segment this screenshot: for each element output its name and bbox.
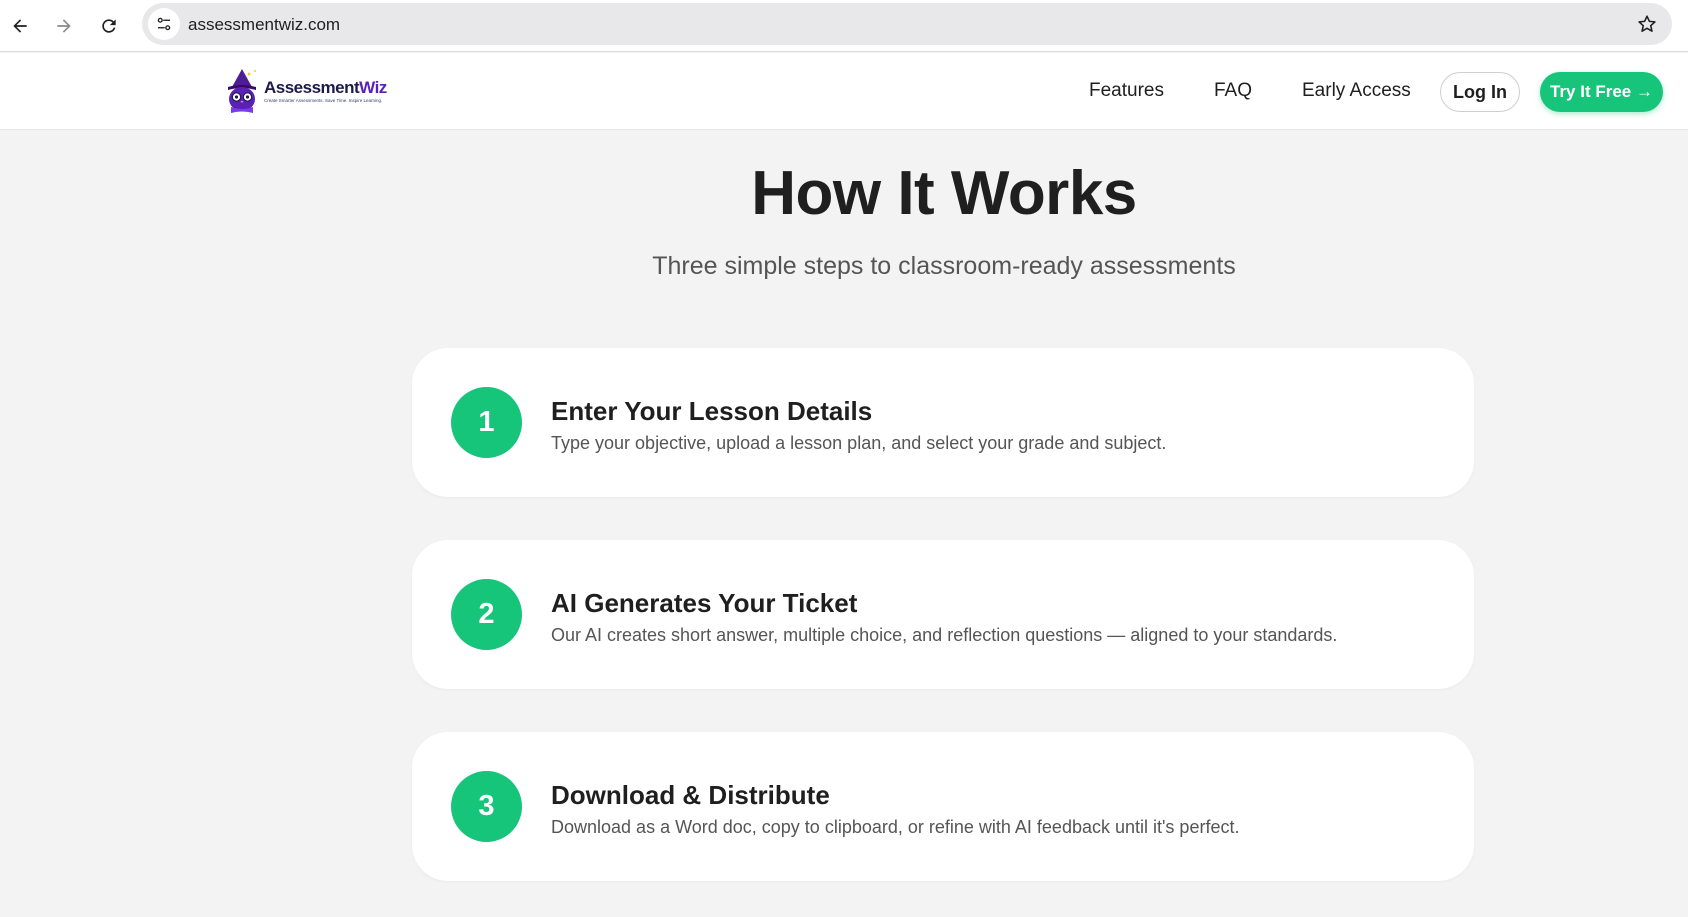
step-number-badge: 3 xyxy=(451,771,522,842)
site-logo[interactable]: AssessmentWiz Create Smarter Assessments… xyxy=(222,67,387,115)
reload-icon xyxy=(102,19,116,33)
step-card-1: 1 Enter Your Lesson Details Type your ob… xyxy=(412,348,1474,497)
back-button[interactable] xyxy=(2,8,38,44)
bookmark-star-icon xyxy=(1638,15,1656,32)
step-title: Download & Distribute xyxy=(551,780,830,810)
site-info-button[interactable] xyxy=(148,8,180,40)
step-description: Type your objective, upload a lesson pla… xyxy=(551,433,1167,453)
site-info-icon xyxy=(157,17,171,31)
browser-toolbar: assessmentwiz.com xyxy=(0,0,1688,52)
address-bar[interactable]: assessmentwiz.com xyxy=(142,3,1672,45)
site-header: AssessmentWiz Create Smarter Assessments… xyxy=(0,53,1688,130)
back-arrow-icon xyxy=(13,19,27,33)
url-text[interactable]: assessmentwiz.com xyxy=(188,15,340,35)
logo-tagline: Create Smarter Assessments. Save Time. I… xyxy=(264,97,383,103)
wizard-owl-logo-icon xyxy=(228,69,256,113)
reload-button[interactable] xyxy=(91,8,127,44)
nav-early-access[interactable]: Early Access xyxy=(1302,80,1411,102)
step-description: Our AI creates short answer, multiple ch… xyxy=(551,625,1338,645)
forward-arrow-icon xyxy=(57,19,71,33)
login-button[interactable]: Log In xyxy=(1440,72,1520,112)
step-card-2: 2 AI Generates Your Ticket Our AI create… xyxy=(412,540,1474,689)
section-subtitle: Three simple steps to classroom-ready as… xyxy=(652,252,1236,280)
step-description: Download as a Word doc, copy to clipboar… xyxy=(551,817,1240,837)
step-number-badge: 1 xyxy=(451,387,522,458)
step-title: Enter Your Lesson Details xyxy=(551,396,873,426)
step-card-3: 3 Download & Distribute Download as a Wo… xyxy=(412,732,1474,881)
step-number-badge: 2 xyxy=(451,579,522,650)
logo-wordmark: AssessmentWiz xyxy=(264,77,387,97)
section-title: How It Works xyxy=(751,159,1137,228)
nav-faq[interactable]: FAQ xyxy=(1214,80,1252,102)
bookmark-button[interactable] xyxy=(1634,11,1660,37)
try-it-free-button[interactable]: Try It Free → xyxy=(1540,72,1663,112)
nav-features[interactable]: Features xyxy=(1089,80,1164,102)
forward-button[interactable] xyxy=(46,8,82,44)
step-title: AI Generates Your Ticket xyxy=(551,588,858,618)
